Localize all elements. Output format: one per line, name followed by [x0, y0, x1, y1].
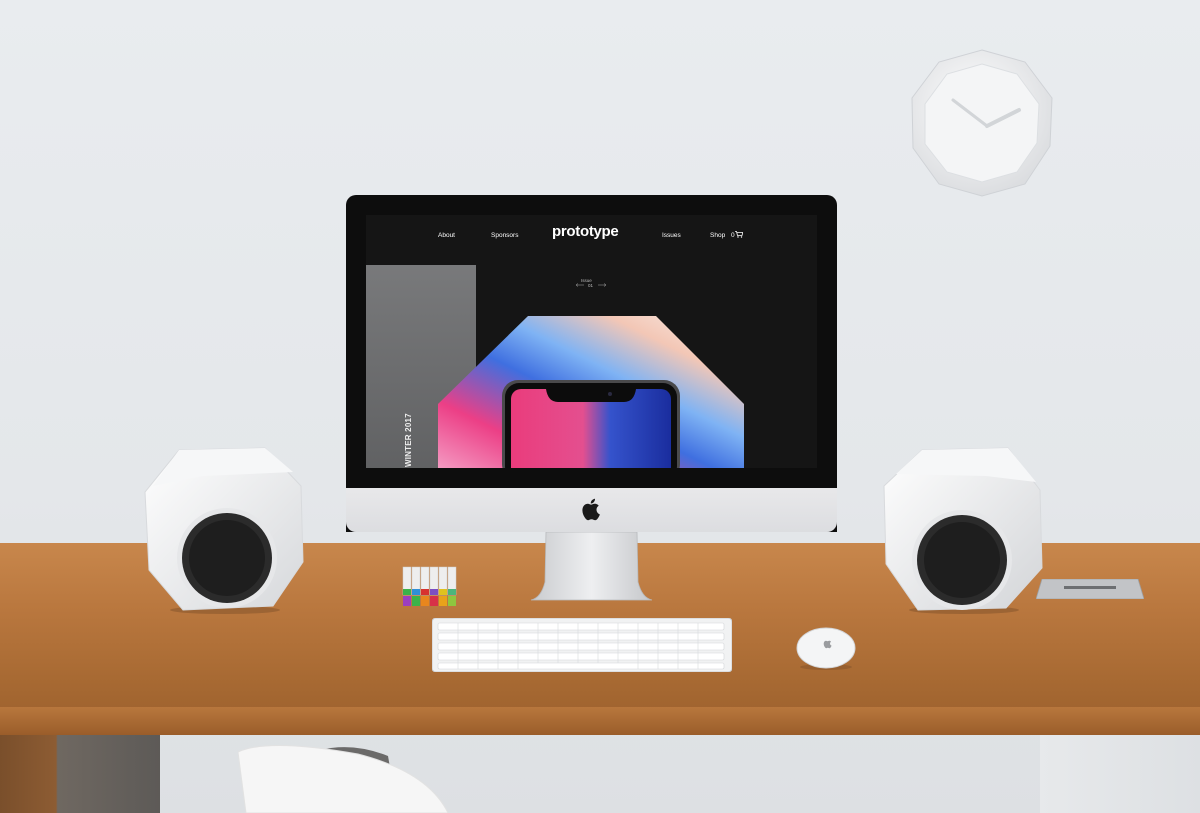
chair	[238, 745, 449, 813]
brand-logo[interactable]: prototype	[552, 223, 619, 240]
phone-notch	[546, 389, 636, 402]
desk-leg	[0, 735, 160, 813]
cart-icon[interactable]	[735, 231, 743, 238]
season-label: WINTER 2017	[404, 413, 413, 467]
marker-set	[402, 566, 457, 606]
imac-stand	[530, 532, 653, 601]
nav-shop-link[interactable]: Shop	[710, 232, 725, 239]
right-speaker	[883, 447, 1043, 614]
issue-number: 01	[588, 283, 594, 288]
apple-logo-icon	[582, 498, 600, 521]
website-screen: About Sponsors prototype Issues Shop 0 I…	[366, 215, 817, 468]
cable-grommet	[1036, 579, 1144, 599]
nav-issues-link[interactable]: Issues	[662, 232, 681, 239]
wall-clock	[911, 49, 1053, 197]
magic-mouse	[796, 627, 856, 670]
nav-about-link[interactable]: About	[438, 232, 455, 239]
desk-scene: { "website": { "nav_left": ["About", "Sp…	[0, 0, 1200, 813]
hero-artwork	[438, 316, 744, 468]
desk-edge	[0, 707, 1200, 735]
left-speaker	[144, 447, 304, 614]
floor-area	[1040, 735, 1200, 813]
nav-sponsors-link[interactable]: Sponsors	[491, 232, 518, 239]
keyboard	[432, 618, 732, 672]
